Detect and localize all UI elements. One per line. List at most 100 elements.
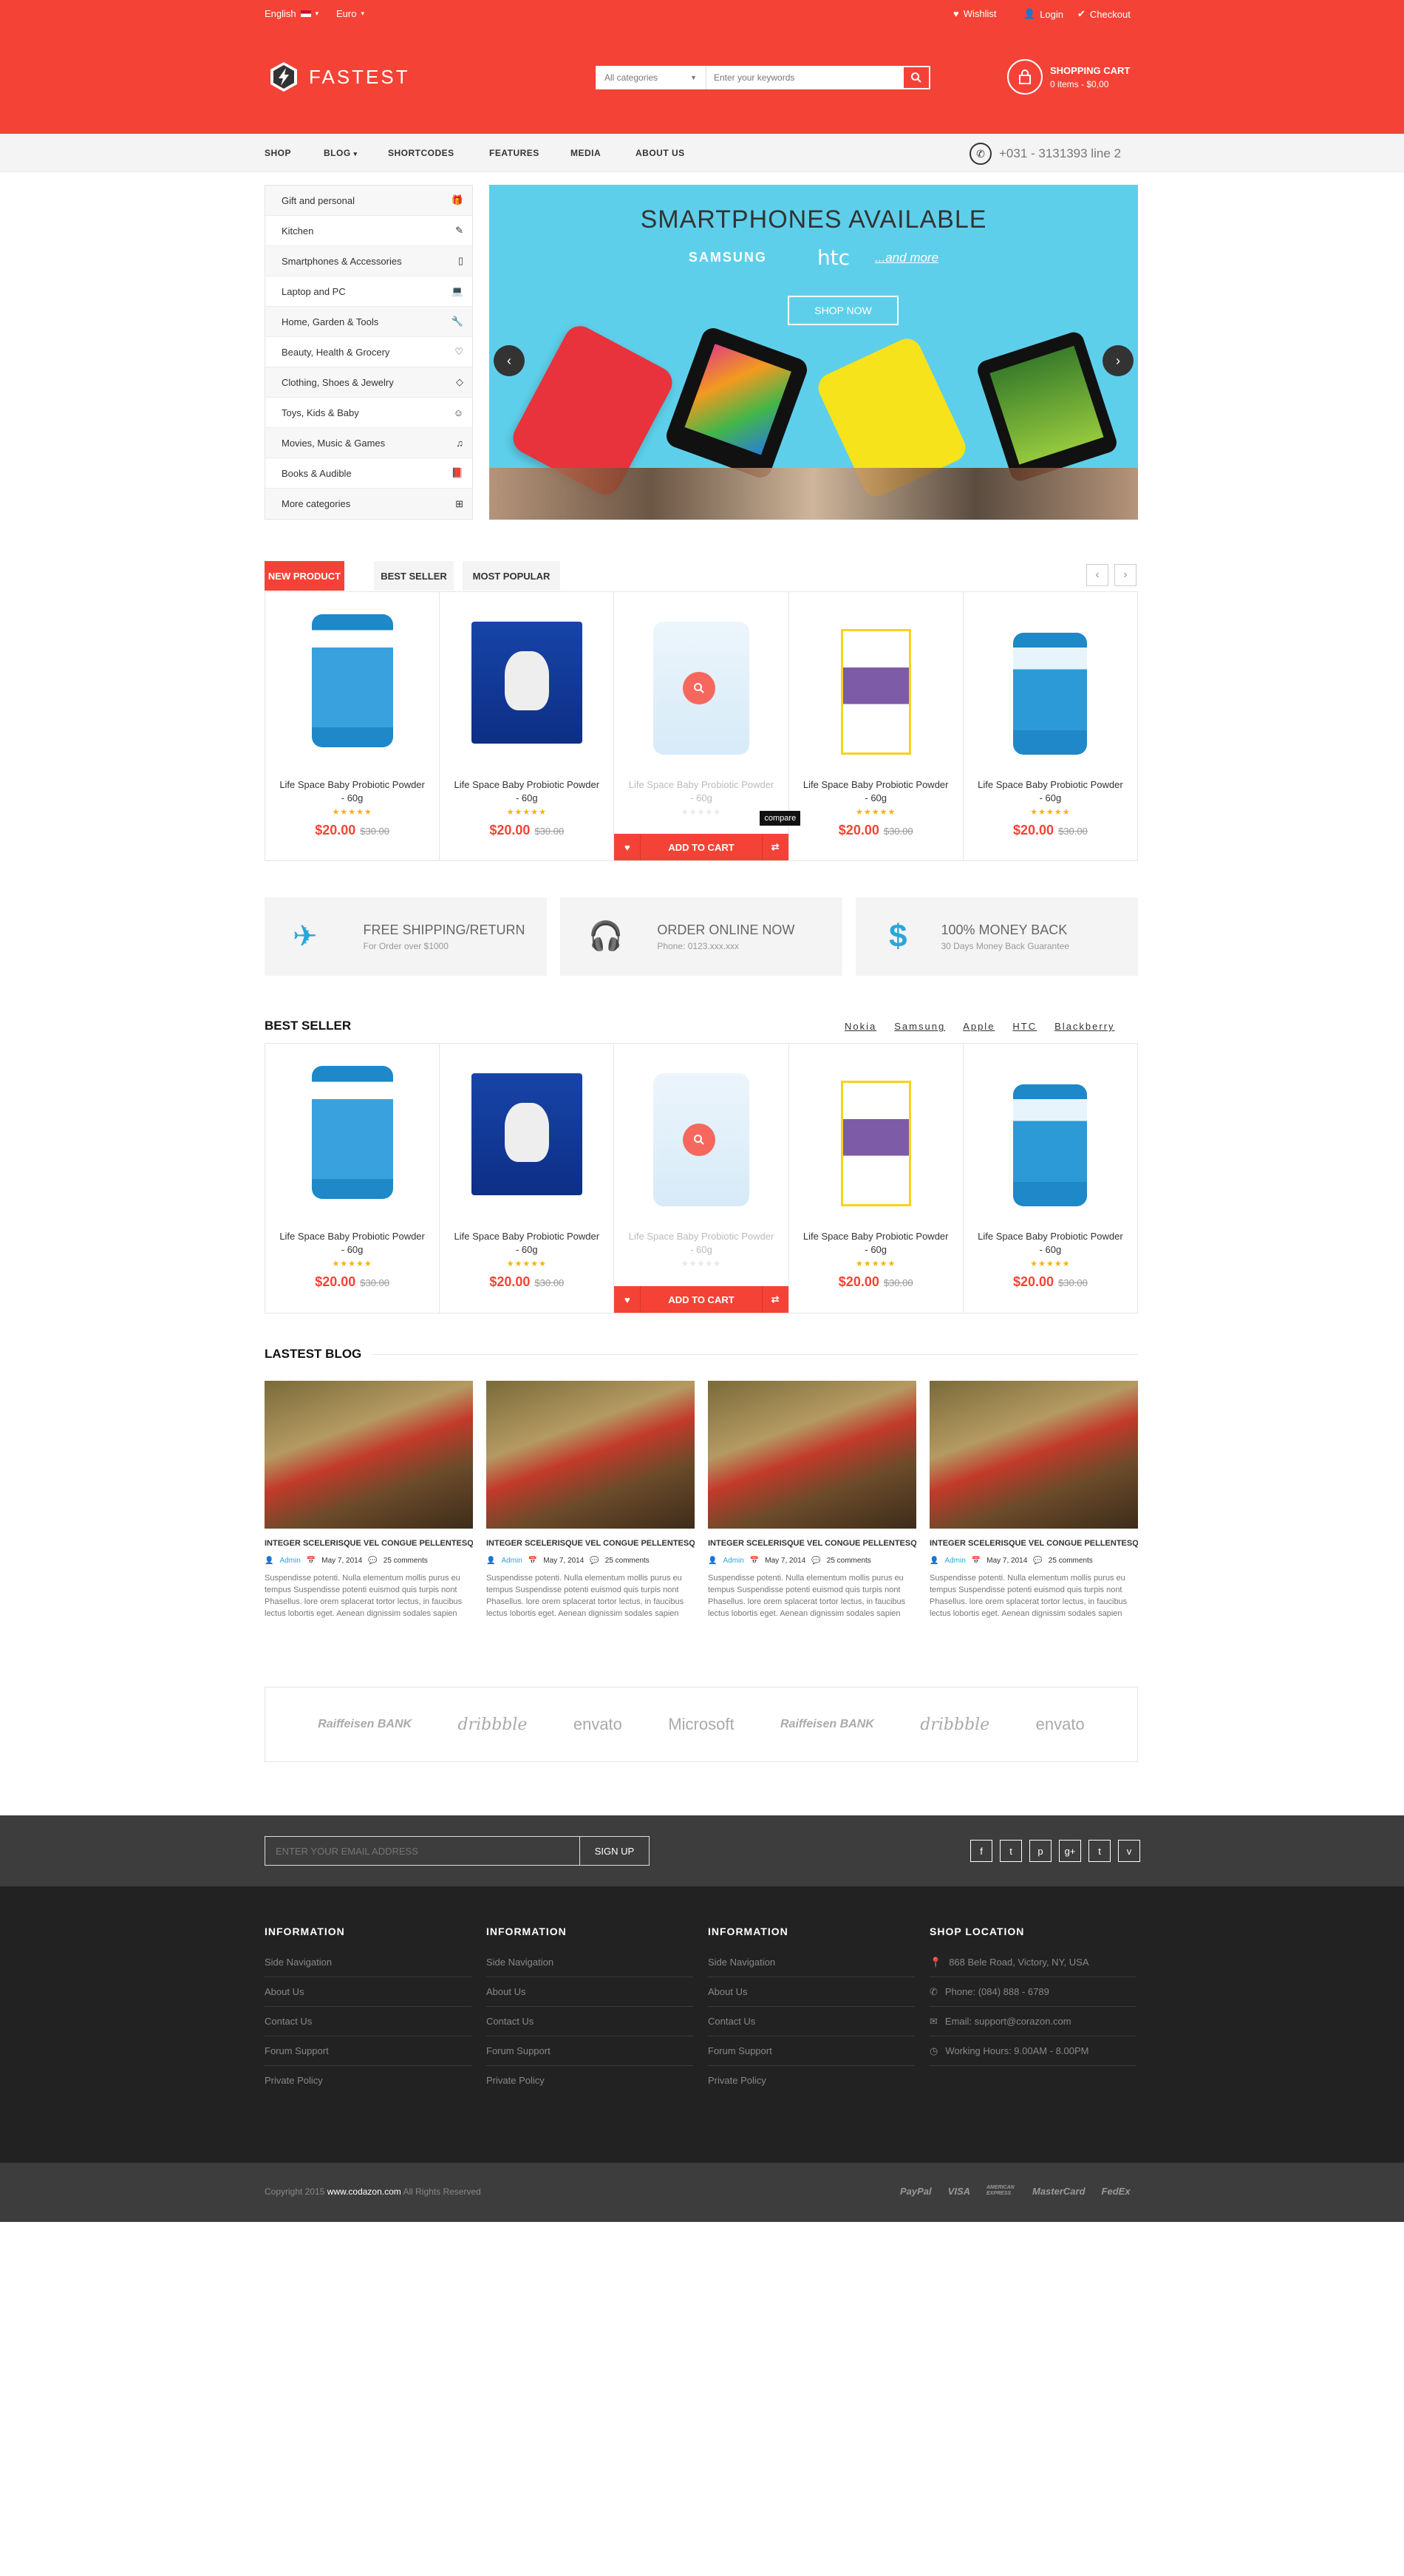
compare-button[interactable]: ⇄ bbox=[761, 1286, 788, 1313]
nav-item-blog[interactable]: BLOG ▾ bbox=[324, 148, 358, 158]
category-item[interactable]: Gift and personal 🎁 bbox=[265, 186, 472, 216]
footer-link[interactable]: About Us bbox=[486, 1977, 693, 2007]
category-item[interactable]: Books & Audible 📕 bbox=[265, 458, 472, 489]
product-name[interactable]: Life Space Baby Probiotic Powder - 60g bbox=[453, 778, 601, 805]
footer-link[interactable]: About Us bbox=[708, 1977, 915, 2007]
brand-filter-nokia[interactable]: Nokia bbox=[845, 1021, 876, 1032]
category-item[interactable]: Clothing, Shoes & Jewelry ◇ bbox=[265, 367, 472, 398]
search-input[interactable] bbox=[706, 66, 902, 89]
footer-link[interactable]: Side Navigation bbox=[486, 1948, 693, 1977]
category-item[interactable]: Beauty, Health & Grocery ♡ bbox=[265, 337, 472, 367]
product-name[interactable]: Life Space Baby Probiotic Powder - 60g bbox=[976, 1230, 1124, 1257]
partner-logo-dribbble[interactable]: dribbble bbox=[920, 1716, 989, 1734]
product-name[interactable]: Life Space Baby Probiotic Powder - 60g bbox=[279, 778, 426, 805]
pinterest-icon[interactable]: p bbox=[1029, 1840, 1052, 1862]
category-item[interactable]: Laptop and PC 💻 bbox=[265, 276, 472, 307]
logo[interactable]: FASTEST bbox=[267, 61, 410, 93]
facebook-icon[interactable]: f bbox=[970, 1840, 992, 1862]
blog-post-title[interactable]: INTEGER SCELERISQUE VEL CONGUE PELLENTES… bbox=[265, 1539, 473, 1548]
brand-filter-apple[interactable]: Apple bbox=[963, 1021, 995, 1032]
add-to-cart-button[interactable]: ADD TO CART bbox=[641, 842, 761, 853]
copyright-link[interactable]: www.codazon.com bbox=[327, 2186, 401, 2197]
category-item[interactable]: Movies, Music & Games ♫ bbox=[265, 428, 472, 458]
tab-most-popular[interactable]: MOST POPULAR bbox=[463, 561, 560, 591]
add-to-cart-button[interactable]: ADD TO CART bbox=[641, 1294, 761, 1305]
vimeo-icon[interactable]: v bbox=[1118, 1840, 1140, 1862]
blog-comments[interactable]: 25 comments bbox=[827, 1557, 871, 1565]
search-category-select[interactable]: All categories ▼ bbox=[596, 66, 706, 89]
tumblr-icon[interactable]: t bbox=[1088, 1840, 1111, 1862]
blog-image[interactable] bbox=[486, 1381, 695, 1529]
language-selector[interactable]: English ▾ bbox=[265, 8, 318, 19]
product-name[interactable]: Life Space Baby Probiotic Powder - 60g bbox=[627, 1230, 775, 1257]
product-card-hover[interactable]: Life Space Baby Probiotic Powder - 60g ★… bbox=[614, 592, 801, 860]
product-card[interactable]: Life Space Baby Probiotic Powder - 60g ★… bbox=[440, 1044, 615, 1313]
category-item-more[interactable]: More categories ⊞ bbox=[265, 489, 472, 519]
search-button[interactable] bbox=[902, 66, 930, 89]
wishlist-heart-button[interactable]: ♥ bbox=[614, 1286, 641, 1313]
blog-author[interactable]: Admin bbox=[501, 1557, 522, 1565]
newsletter-signup-button[interactable]: SIGN UP bbox=[579, 1837, 649, 1865]
banner-next-button[interactable]: › bbox=[1103, 345, 1134, 376]
footer-link[interactable]: Contact Us bbox=[265, 2007, 471, 2036]
category-item[interactable]: Kitchen ✎ bbox=[265, 216, 472, 246]
tab-best-seller[interactable]: BEST SELLER bbox=[374, 561, 454, 591]
footer-link[interactable]: Private Policy bbox=[708, 2066, 915, 2096]
footer-link[interactable]: Contact Us bbox=[708, 2007, 915, 2036]
product-card[interactable]: Life Space Baby Probiotic Powder - 60g ★… bbox=[265, 592, 440, 860]
carousel-prev-button[interactable]: ‹ bbox=[1086, 564, 1108, 586]
category-item[interactable]: Smartphones & Accessories ▯ bbox=[265, 246, 472, 276]
wishlist-link[interactable]: ♥ Wishlist bbox=[953, 8, 997, 19]
nav-item-shortcodes[interactable]: SHORTCODES bbox=[388, 148, 454, 158]
nav-item-media[interactable]: MEDIA bbox=[570, 148, 601, 158]
footer-link[interactable]: Side Navigation bbox=[265, 1948, 471, 1977]
product-name[interactable]: Life Space Baby Probiotic Powder - 60g bbox=[802, 1230, 950, 1257]
product-name[interactable]: Life Space Baby Probiotic Powder - 60g bbox=[453, 1230, 601, 1257]
footer-link[interactable]: Forum Support bbox=[486, 2036, 693, 2066]
footer-link[interactable]: Side Navigation bbox=[708, 1948, 915, 1977]
product-card[interactable]: Life Space Baby Probiotic Powder - 60g ★… bbox=[265, 1044, 440, 1313]
product-name[interactable]: Life Space Baby Probiotic Powder - 60g bbox=[976, 778, 1124, 805]
blog-author[interactable]: Admin bbox=[279, 1557, 300, 1565]
footer-link[interactable]: Private Policy bbox=[265, 2066, 471, 2096]
newsletter-email-input[interactable] bbox=[265, 1837, 579, 1865]
product-card[interactable]: Life Space Baby Probiotic Powder - 60g ★… bbox=[964, 592, 1137, 860]
quick-view-button[interactable] bbox=[683, 1124, 715, 1156]
blog-author[interactable]: Admin bbox=[944, 1557, 965, 1565]
compare-button[interactable]: ⇄ bbox=[761, 834, 788, 860]
brand-filter-samsung[interactable]: Samsung bbox=[894, 1021, 945, 1032]
footer-link[interactable]: Forum Support bbox=[708, 2036, 915, 2066]
wishlist-heart-button[interactable]: ♥ bbox=[614, 834, 641, 860]
nav-item-about-us[interactable]: ABOUT US bbox=[635, 148, 685, 158]
quick-view-button[interactable] bbox=[683, 672, 715, 704]
product-name[interactable]: Life Space Baby Probiotic Powder - 60g bbox=[627, 778, 775, 805]
blog-author[interactable]: Admin bbox=[723, 1557, 743, 1565]
product-name[interactable]: Life Space Baby Probiotic Powder - 60g bbox=[802, 778, 950, 805]
blog-comments[interactable]: 25 comments bbox=[605, 1557, 650, 1565]
google-plus-icon[interactable]: g+ bbox=[1059, 1840, 1081, 1862]
blog-image[interactable] bbox=[708, 1381, 916, 1529]
partner-logo-dribbble[interactable]: dribbble bbox=[457, 1716, 527, 1734]
product-card-hover[interactable]: Life Space Baby Probiotic Powder - 60g ★… bbox=[614, 1044, 789, 1313]
carousel-next-button[interactable]: › bbox=[1114, 564, 1137, 586]
blog-image[interactable] bbox=[930, 1381, 1138, 1529]
blog-post-title[interactable]: INTEGER SCELERISQUE VEL CONGUE PELLENTES… bbox=[708, 1539, 916, 1548]
banner-prev-button[interactable]: ‹ bbox=[494, 345, 525, 376]
partner-logo-raiffeisen[interactable]: Raiffeisen BANK bbox=[780, 1718, 874, 1731]
partner-logo-envato[interactable]: envato bbox=[573, 1715, 622, 1734]
checkout-link[interactable]: ✔ Checkout bbox=[1077, 8, 1131, 20]
blog-post-title[interactable]: INTEGER SCELERISQUE VEL CONGUE PELLENTES… bbox=[930, 1539, 1138, 1548]
footer-link[interactable]: Forum Support bbox=[265, 2036, 471, 2066]
category-item[interactable]: Toys, Kids & Baby ☺ bbox=[265, 398, 472, 428]
login-link[interactable]: 👤 Login bbox=[1023, 8, 1063, 20]
currency-selector[interactable]: Euro ▾ bbox=[336, 8, 364, 19]
footer-link[interactable]: Contact Us bbox=[486, 2007, 693, 2036]
blog-post-title[interactable]: INTEGER SCELERISQUE VEL CONGUE PELLENTES… bbox=[486, 1539, 695, 1548]
product-card[interactable]: Life Space Baby Probiotic Powder - 60g ★… bbox=[789, 592, 964, 860]
tab-new-product[interactable]: NEW PRODUCT bbox=[265, 561, 344, 591]
footer-email[interactable]: ✉ Email: support@corazon.com bbox=[930, 2007, 1137, 2036]
product-card[interactable]: Life Space Baby Probiotic Powder - 60g ★… bbox=[440, 592, 615, 860]
shop-now-button[interactable]: SHOP NOW bbox=[788, 296, 899, 325]
partner-logo-microsoft[interactable]: Microsoft bbox=[668, 1715, 734, 1734]
nav-item-shop[interactable]: SHOP bbox=[265, 148, 291, 158]
